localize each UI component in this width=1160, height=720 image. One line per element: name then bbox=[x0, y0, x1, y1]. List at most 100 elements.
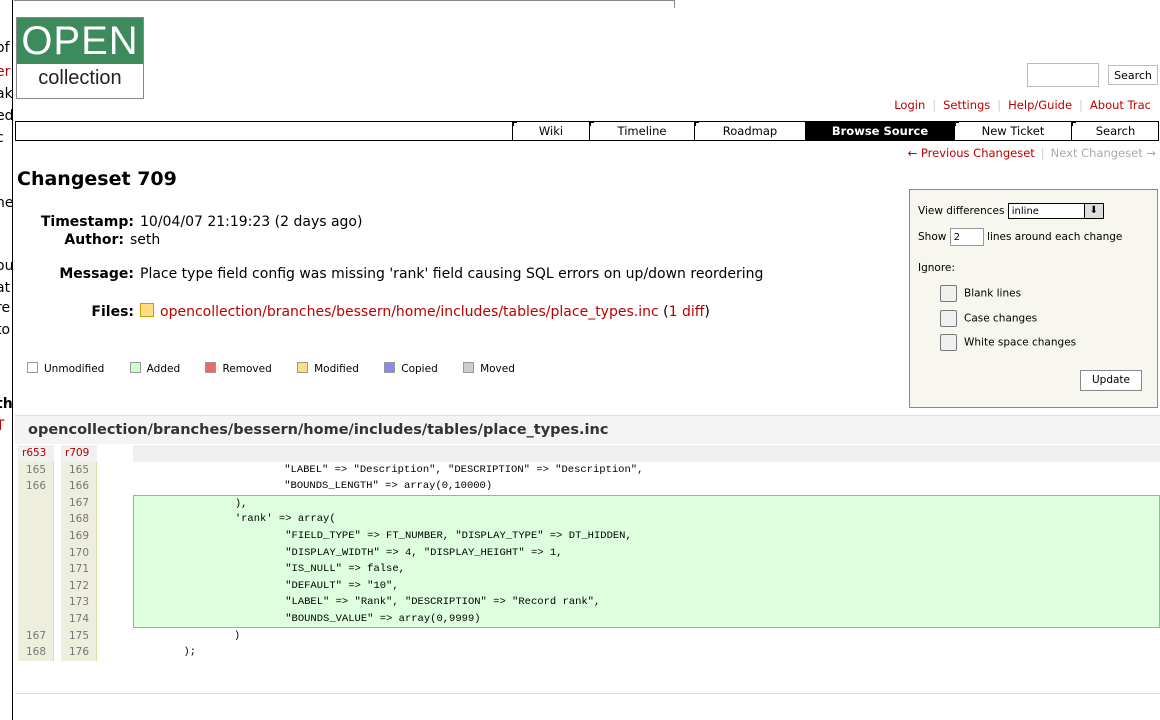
legend-swatch bbox=[129, 362, 141, 373]
diff-line: 169 "FIELD_TYPE" => FT_NUMBER, "DISPLAY_… bbox=[18, 527, 1160, 545]
new-line-number: 165 bbox=[61, 461, 97, 479]
context-lines-row: Show 2 lines around each change bbox=[918, 228, 1122, 246]
files-label: Files: bbox=[91, 304, 134, 320]
tab-search[interactable]: Search bbox=[1071, 122, 1159, 140]
legend-swatch bbox=[463, 362, 475, 373]
diff-file-header: opencollection/branches/bessern/home/inc… bbox=[15, 415, 1160, 444]
diff-line: 168 176 ); bbox=[18, 644, 1160, 661]
tab-timeline[interactable]: Timeline bbox=[589, 122, 694, 140]
tab-roadmap[interactable]: Roadmap bbox=[694, 122, 805, 140]
whitespace-changes-option[interactable]: White space changes bbox=[940, 334, 1076, 351]
view-differences-row: View differences inline ⬇ bbox=[918, 203, 1104, 219]
old-line-number: 166 bbox=[18, 478, 54, 495]
meta-navigation: Login | Settings | Help/Guide | About Trac bbox=[887, 98, 1158, 112]
new-line-number: 169 bbox=[61, 527, 97, 545]
old-line-number bbox=[18, 494, 54, 512]
diff-code: "DISPLAY_WIDTH" => 4, "DISPLAY_HEIGHT" =… bbox=[133, 544, 1160, 562]
case-changes-checkbox[interactable] bbox=[940, 310, 957, 327]
legend-label: Moved bbox=[480, 363, 515, 375]
left-fragment: of bbox=[0, 40, 10, 56]
message-value: Place type field config was missing 'ran… bbox=[140, 266, 764, 282]
author-row: Author: seth bbox=[20, 232, 160, 248]
next-changeset-link: Next Changeset → bbox=[1050, 146, 1156, 160]
new-line-number: 167 bbox=[61, 494, 97, 512]
author-label: Author: bbox=[64, 232, 124, 248]
legend-swatch bbox=[27, 362, 38, 373]
tab-wiki[interactable]: Wiki bbox=[512, 122, 589, 140]
timestamp-label: Timestamp: bbox=[40, 214, 134, 230]
diff-line: 172 "DEFAULT" => "10", bbox=[18, 577, 1160, 595]
window-top-border bbox=[14, 0, 674, 1]
new-revision-link[interactable]: r709 bbox=[61, 445, 97, 462]
modified-file-icon bbox=[140, 303, 154, 317]
diff-code: "BOUNDS_VALUE" => array(0,9999) bbox=[133, 610, 1160, 628]
old-revision-link[interactable]: r653 bbox=[18, 445, 54, 462]
context-lines-input[interactable]: 2 bbox=[949, 228, 984, 246]
old-line-number bbox=[18, 610, 54, 628]
diff-code: "BOUNDS_LENGTH" => array(0,10000) bbox=[133, 480, 493, 493]
left-fragment: at bbox=[0, 280, 11, 296]
legend-label: Copied bbox=[401, 363, 438, 375]
tab-new-ticket[interactable]: New Ticket bbox=[954, 122, 1071, 140]
diff-code: ) bbox=[133, 629, 241, 642]
left-fragment: th bbox=[0, 396, 12, 412]
legend-label: Modified bbox=[314, 363, 359, 375]
left-fragment: to bbox=[0, 322, 11, 338]
diff-section: opencollection/branches/bessern/home/inc… bbox=[15, 415, 1160, 690]
diff-code: ); bbox=[133, 646, 197, 659]
view-differences-select[interactable]: inline ⬇ bbox=[1007, 203, 1104, 219]
diff-line: 167 ), bbox=[18, 494, 1160, 512]
diff-options-panel: View differences inline ⬇ Show 2 lines ar… bbox=[909, 189, 1158, 408]
search-button[interactable]: Search bbox=[1108, 65, 1158, 85]
search-input[interactable] bbox=[1027, 63, 1099, 87]
changeset-nav-separator: | bbox=[1040, 146, 1045, 160]
left-fragment: ne bbox=[0, 195, 12, 211]
old-line-number bbox=[18, 577, 54, 595]
show-label: Show bbox=[918, 231, 947, 243]
new-line-number: 168 bbox=[61, 511, 97, 528]
login-link[interactable]: Login bbox=[887, 98, 932, 112]
diff-link[interactable]: 1 diff bbox=[669, 304, 705, 320]
blank-lines-checkbox[interactable] bbox=[940, 285, 957, 302]
diff-code: "LABEL" => "Description", "DESCRIPTION" … bbox=[133, 463, 644, 476]
old-line-number bbox=[18, 561, 54, 578]
new-line-number: 176 bbox=[61, 644, 97, 661]
legend-swatch bbox=[384, 362, 396, 373]
case-changes-option[interactable]: Case changes bbox=[940, 310, 1037, 327]
diff-line: 171 "IS_NULL" => false, bbox=[18, 561, 1160, 578]
site-logo[interactable]: OPEN collection bbox=[16, 17, 144, 99]
about-trac-link[interactable]: About Trac bbox=[1083, 98, 1158, 112]
new-line-number: 175 bbox=[61, 627, 97, 645]
logo-collection-text: collection bbox=[38, 67, 122, 89]
case-changes-label: Case changes bbox=[964, 312, 1038, 325]
legend-label: Unmodified bbox=[44, 363, 105, 375]
tab-browse-source[interactable]: Browse Source bbox=[805, 122, 954, 140]
files-row: Files: opencollection/branches/bessern/ho… bbox=[20, 303, 710, 320]
left-fragment: er bbox=[0, 64, 11, 80]
view-differences-value: inline bbox=[1011, 206, 1039, 217]
new-line-number: 171 bbox=[61, 561, 97, 578]
old-line-number: 167 bbox=[18, 627, 54, 645]
settings-link[interactable]: Settings bbox=[936, 98, 997, 112]
previous-changeset-link[interactable]: ← Previous Changeset bbox=[908, 146, 1035, 160]
logo-open-text: OPEN bbox=[17, 18, 143, 64]
old-line-number: 165 bbox=[18, 461, 54, 479]
new-line-number: 173 bbox=[61, 594, 97, 611]
message-row: Message: Place type field config was miss… bbox=[20, 266, 763, 282]
main-navigation: Wiki Timeline Roadmap Browse Source New … bbox=[15, 121, 1159, 141]
file-path-link[interactable]: opencollection/branches/bessern/home/inc… bbox=[160, 304, 659, 320]
legend-item: Unmodified bbox=[27, 362, 104, 375]
legend-item: Added bbox=[129, 362, 181, 375]
window-left-border bbox=[12, 0, 13, 720]
whitespace-changes-checkbox[interactable] bbox=[940, 334, 957, 351]
diff-line: 174 "BOUNDS_VALUE" => array(0,9999) bbox=[18, 610, 1160, 628]
lines-around-label: lines around each change bbox=[987, 231, 1123, 243]
new-line-number: 170 bbox=[61, 544, 97, 562]
diff-code: ), bbox=[133, 494, 1160, 512]
blank-lines-option[interactable]: Blank lines bbox=[940, 285, 1021, 302]
diff-line: 170 "DISPLAY_WIDTH" => 4, "DISPLAY_HEIGH… bbox=[18, 544, 1160, 562]
old-line-number bbox=[18, 527, 54, 545]
help-guide-link[interactable]: Help/Guide bbox=[1001, 98, 1079, 112]
legend-label: Added bbox=[146, 363, 181, 375]
update-button[interactable]: Update bbox=[1080, 370, 1142, 391]
